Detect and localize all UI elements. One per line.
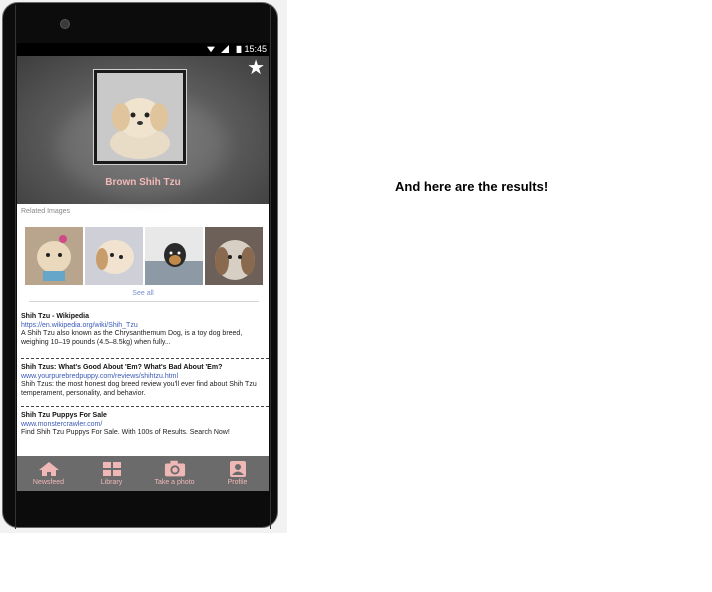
result-divider — [21, 406, 269, 407]
nav-label: Take a photo — [154, 479, 195, 486]
related-image-1[interactable] — [25, 227, 83, 285]
signal-icon — [221, 45, 229, 53]
related-image-3[interactable] — [145, 227, 203, 285]
results-caption: And here are the results! — [395, 179, 549, 194]
result-snippet: Find Shih Tzu Puppys For Sale. With 100s… — [21, 429, 230, 436]
front-camera — [60, 19, 70, 29]
status-bar: 15:45 — [17, 43, 269, 56]
related-images-label: Related Images — [21, 208, 71, 215]
camera-icon — [164, 460, 186, 477]
nav-label: Library — [100, 479, 123, 486]
related-image-4[interactable] — [205, 227, 263, 285]
related-image-2[interactable] — [85, 227, 143, 285]
battery-icon — [236, 45, 242, 53]
wifi-icon — [207, 46, 215, 53]
nav-library[interactable]: Library — [83, 461, 141, 486]
search-result-2[interactable]: Shih Tzus: What's Good About 'Em? What's… — [21, 364, 265, 398]
result-title[interactable]: Shih Tzu Puppys For Sale — [21, 412, 265, 421]
related-images-strip — [25, 227, 263, 285]
home-icon — [38, 461, 60, 477]
puppy-illustration — [97, 73, 183, 161]
result-snippet: A Shih Tzu also known as the Chrysanthem… — [21, 330, 243, 346]
nav-newsfeed[interactable]: Newsfeed — [20, 461, 78, 486]
nav-profile[interactable]: Profile — [209, 461, 267, 486]
see-all-link[interactable]: See all — [17, 290, 269, 297]
nav-label: Profile — [227, 479, 248, 486]
grid-icon — [101, 461, 123, 477]
nav-take-photo[interactable]: Take a photo — [146, 460, 204, 486]
phone-screen: 15:45 ★ Brown Shih Tzu Related Images Se… — [17, 43, 269, 491]
result-divider — [21, 358, 269, 359]
status-time: 15:45 — [244, 44, 267, 54]
result-title[interactable]: Shih Tzus: What's Good About 'Em? What's… — [21, 364, 265, 373]
result-url[interactable]: www.yourpurebredpuppy.com/reviews/shihtz… — [21, 373, 265, 382]
hero-header: ★ Brown Shih Tzu — [17, 56, 269, 204]
profile-icon — [227, 461, 249, 477]
status-icons — [207, 45, 243, 53]
hero-title: Brown Shih Tzu — [105, 177, 181, 188]
phone-frame: 15:45 ★ Brown Shih Tzu Related Images Se… — [2, 2, 278, 529]
main-dog-image-frame[interactable] — [93, 69, 187, 165]
main-dog-image — [97, 73, 183, 161]
result-title[interactable]: Shih Tzu - Wikipedia — [21, 313, 265, 322]
result-url[interactable]: https://en.wikipedia.org/wiki/Shih_Tzu — [21, 322, 265, 331]
result-url[interactable]: www.monstercrawler.com/ — [21, 421, 265, 430]
search-result-1[interactable]: Shih Tzu - Wikipedia https://en.wikipedi… — [21, 313, 265, 347]
search-result-3[interactable]: Shih Tzu Puppys For Sale www.monstercraw… — [21, 412, 265, 438]
result-snippet: Shih Tzus: the most honest dog breed rev… — [21, 381, 257, 397]
bottom-nav-bar: Newsfeed Library Take a photo Profile — [17, 456, 269, 491]
divider — [29, 301, 259, 302]
star-icon[interactable]: ★ — [247, 58, 265, 78]
nav-label: Newsfeed — [32, 479, 65, 486]
